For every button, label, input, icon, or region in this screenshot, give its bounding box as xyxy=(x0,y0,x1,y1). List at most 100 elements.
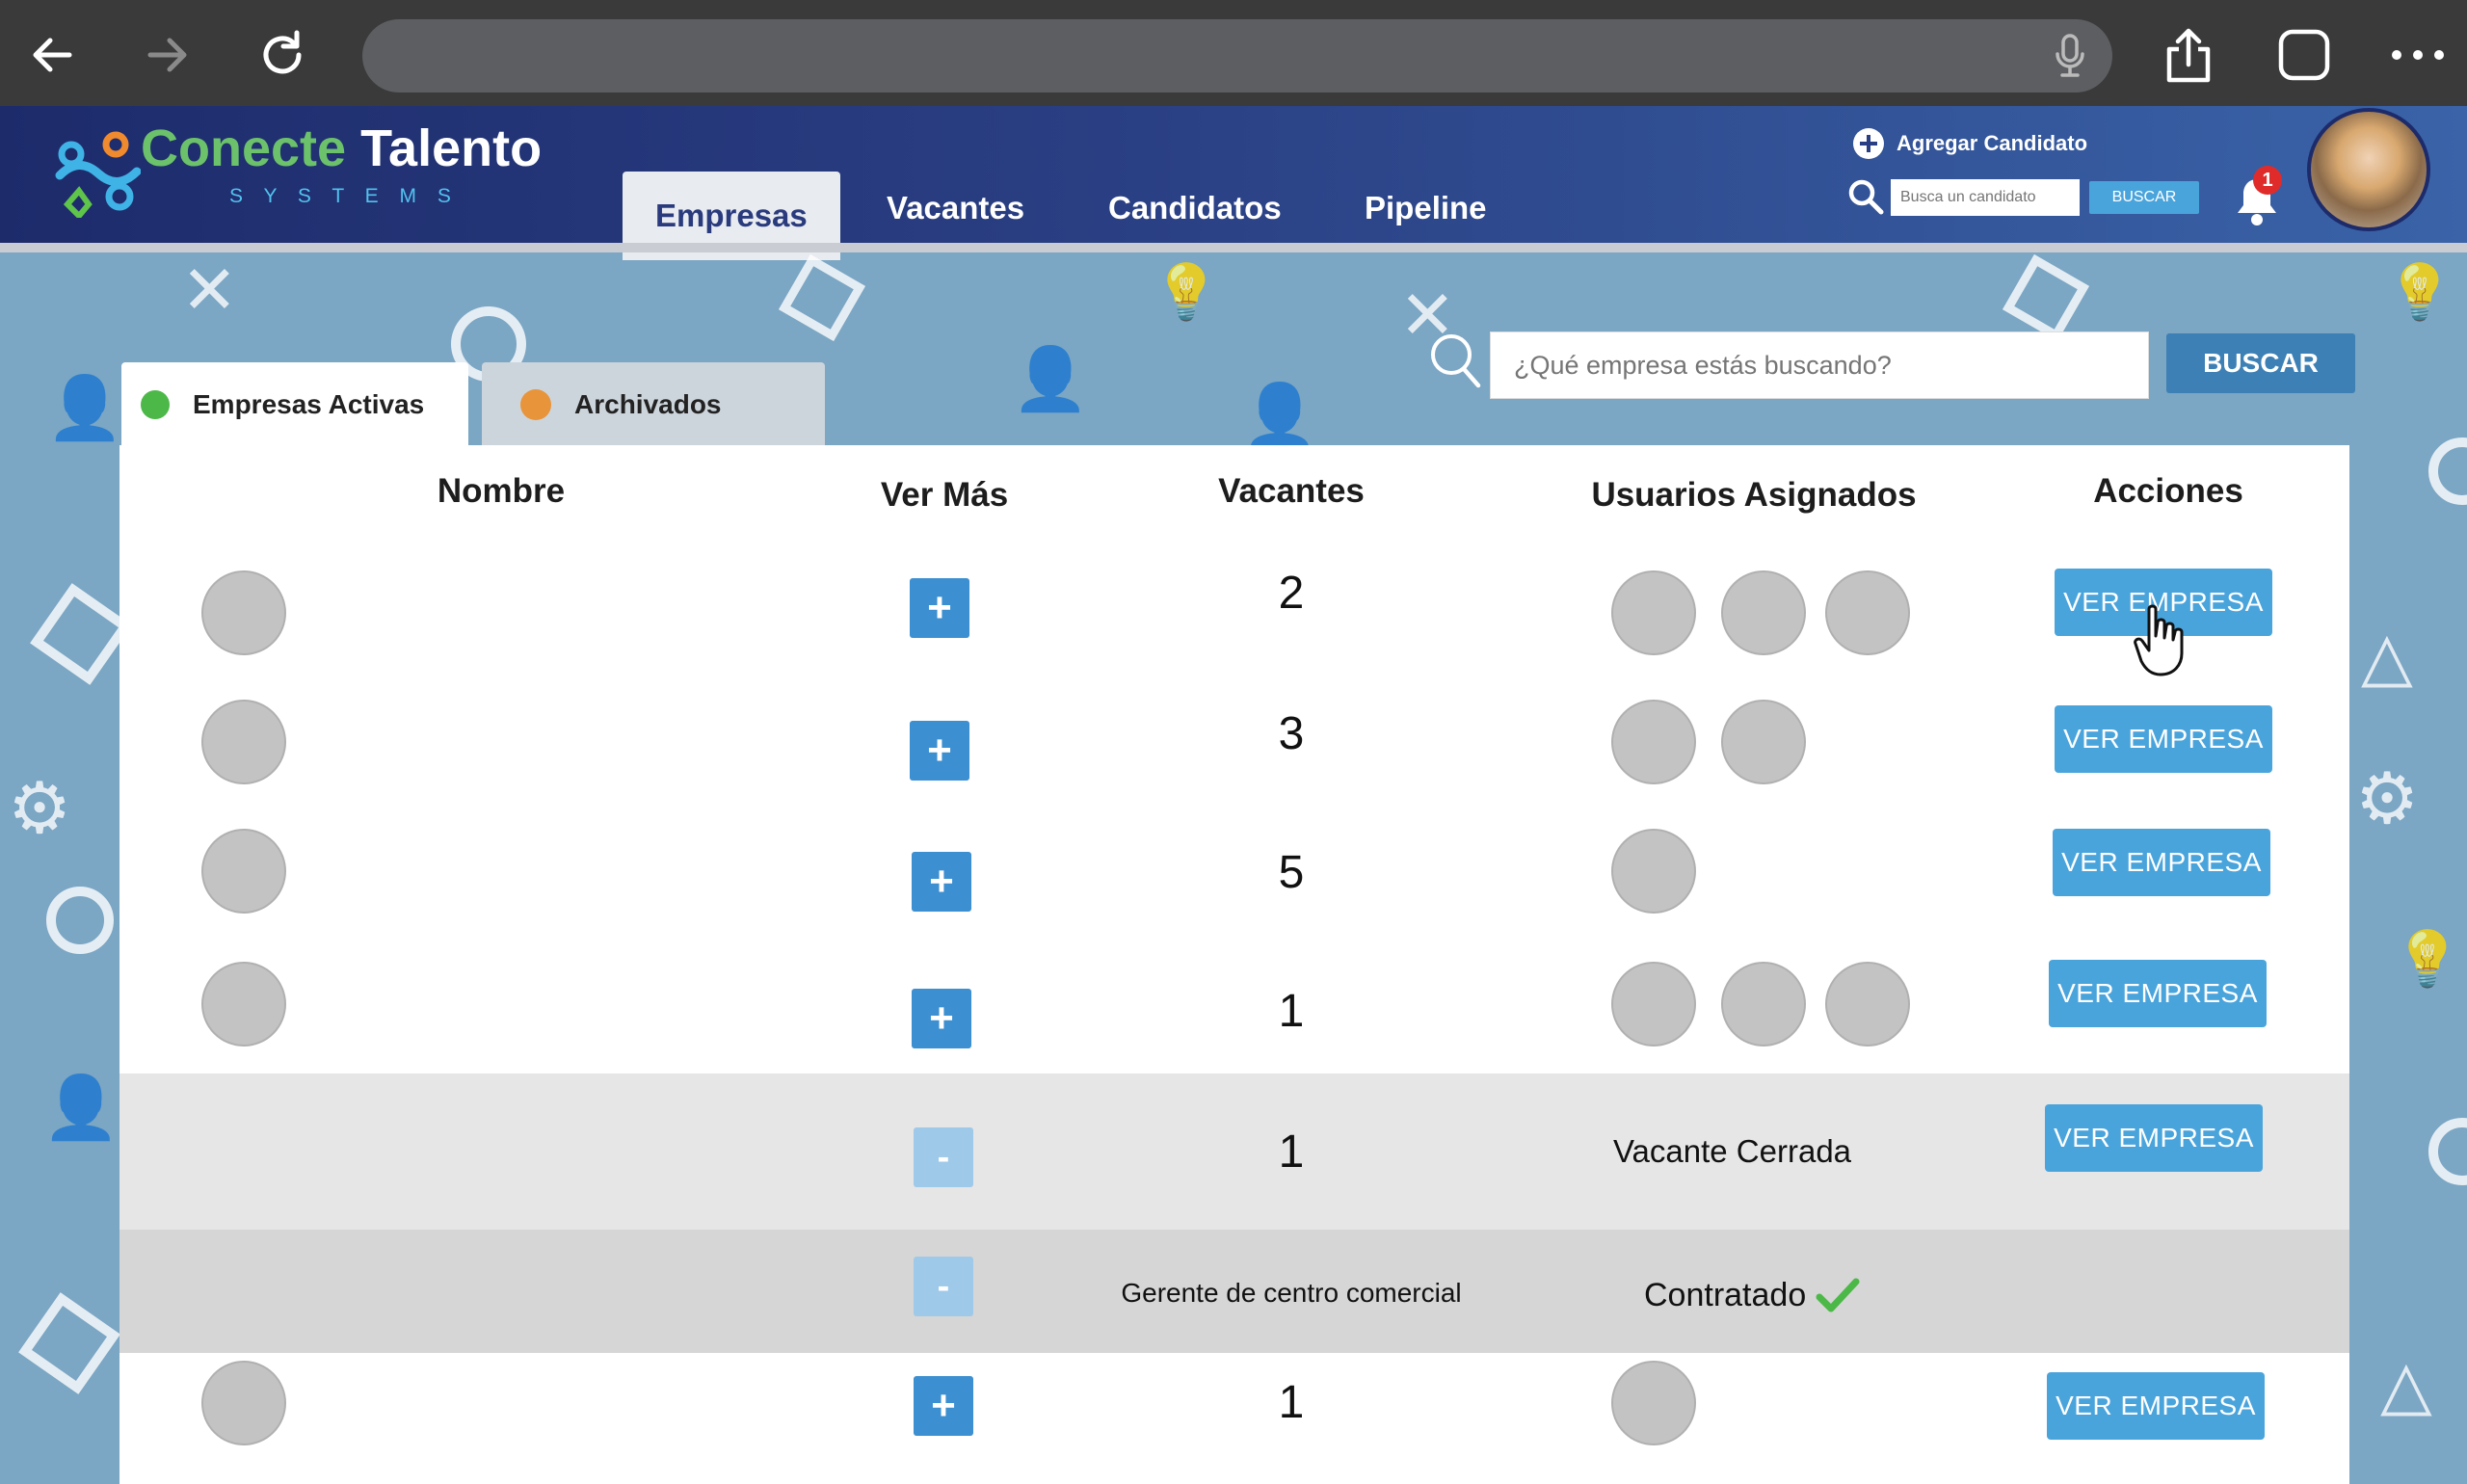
circle-decor-icon xyxy=(2428,437,2467,505)
candidate-search-input[interactable] xyxy=(1891,179,2080,216)
user-avatar-small xyxy=(1721,570,1806,655)
vacantes-count: 5 xyxy=(1278,847,1305,898)
tab-empresas-label: Empresas xyxy=(655,198,808,233)
user-avatar-small xyxy=(1611,962,1696,1047)
column-header-nombre: Nombre xyxy=(437,472,566,510)
expand-button[interactable]: + xyxy=(910,721,969,781)
hand-cursor-icon xyxy=(2132,601,2189,683)
url-bar[interactable] xyxy=(362,19,2112,93)
person-decor-icon: 👤 xyxy=(1241,381,1318,452)
user-avatar-small xyxy=(1611,829,1696,914)
share-icon[interactable] xyxy=(2155,21,2222,89)
user-avatar-small xyxy=(1721,700,1806,784)
tab-pipeline[interactable]: Pipeline xyxy=(1332,173,1520,243)
app-header: Conecte Talento S Y S T E M S Empresas V… xyxy=(0,106,2467,260)
forward-icon[interactable] xyxy=(133,21,200,89)
company-logo xyxy=(201,570,286,655)
company-logo xyxy=(201,962,286,1047)
tabs-icon[interactable] xyxy=(2270,21,2338,89)
expand-button[interactable]: + xyxy=(910,578,969,638)
lightbulb-decor-icon: 💡 xyxy=(1153,261,1220,324)
expand-button[interactable]: + xyxy=(914,1376,973,1436)
brand-tagline: S Y S T E M S xyxy=(229,185,459,207)
tab-pipeline-label: Pipeline xyxy=(1365,190,1487,225)
triangle-decor-icon: △ xyxy=(2361,617,2413,696)
user-avatar-small xyxy=(1721,962,1806,1047)
tab-empresas-activas[interactable]: Empresas Activas xyxy=(121,362,468,447)
search-icon xyxy=(1846,177,1885,221)
add-candidate-label: Agregar Candidato xyxy=(1897,131,2088,155)
header-divider xyxy=(0,243,2467,252)
lightbulb-decor-icon: 💡 xyxy=(2386,261,2454,324)
tab-archivados[interactable]: Archivados xyxy=(482,362,825,447)
tab-archivados-label: Archivados xyxy=(574,389,722,419)
back-icon[interactable] xyxy=(19,21,87,89)
person-decor-icon: 👤 xyxy=(1012,344,1089,415)
vacantes-count: 1 xyxy=(1278,1126,1305,1178)
user-avatar[interactable] xyxy=(2307,108,2430,231)
reload-icon[interactable] xyxy=(249,21,316,89)
triangle-decor-icon: △ xyxy=(2380,1345,2432,1424)
company-logo xyxy=(201,700,286,784)
user-avatar-small xyxy=(1611,570,1696,655)
user-avatar-small xyxy=(1825,962,1910,1047)
active-status-dot xyxy=(141,390,170,419)
brand-name: Conecte Talento xyxy=(141,118,542,179)
diamond-decor-icon xyxy=(778,253,866,342)
vacantes-count: 1 xyxy=(1278,986,1305,1037)
company-logo xyxy=(201,1361,286,1445)
column-header-usuarios: Usuarios Asignados xyxy=(1591,476,1917,514)
company-search-button[interactable]: BUSCAR xyxy=(2166,333,2355,393)
microphone-icon[interactable] xyxy=(2053,33,2087,84)
tab-candidatos[interactable]: Candidatos xyxy=(1075,173,1314,243)
column-header-ver-mas: Ver Más xyxy=(880,476,1009,514)
checkmark-icon xyxy=(1816,1278,1860,1312)
vacancy-status: Vacante Cerrada xyxy=(1613,1133,1852,1169)
column-header-vacantes: Vacantes xyxy=(1218,472,1365,510)
ver-empresa-button[interactable]: VER EMPRESA xyxy=(2053,829,2270,896)
expand-button[interactable]: + xyxy=(912,852,971,912)
circle-decor-icon xyxy=(2428,1118,2467,1185)
cross-decor-icon: ✕ xyxy=(181,251,238,330)
vacantes-count: 3 xyxy=(1278,708,1305,759)
user-avatar-small xyxy=(1611,700,1696,784)
ver-empresa-button[interactable]: VER EMPRESA xyxy=(2045,1104,2263,1172)
tab-vacantes-label: Vacantes xyxy=(887,190,1025,225)
vacantes-count: 2 xyxy=(1278,568,1305,619)
ver-empresa-button[interactable]: VER EMPRESA xyxy=(2049,960,2267,1027)
gear-decor-icon: ⚙ xyxy=(2355,757,2420,840)
user-avatar-small xyxy=(1611,1361,1696,1445)
tab-empresas-activas-label: Empresas Activas xyxy=(193,389,425,419)
person-decor-icon: 👤 xyxy=(42,1073,119,1144)
tab-candidatos-label: Candidatos xyxy=(1108,190,1282,225)
company-search-icon xyxy=(1428,331,1482,394)
lightbulb-decor-icon: 💡 xyxy=(2394,928,2461,991)
gear-decor-icon: ⚙ xyxy=(8,767,72,850)
collapse-button[interactable]: - xyxy=(914,1127,973,1187)
notification-badge: 1 xyxy=(2253,166,2282,195)
diamond-decor-icon xyxy=(30,583,132,685)
company-logo xyxy=(201,829,286,914)
brand-name-part1: Conecte xyxy=(141,119,347,177)
add-candidate-button[interactable]: Agregar Candidato xyxy=(1852,127,2087,160)
more-icon[interactable] xyxy=(2384,21,2452,89)
diamond-decor-icon xyxy=(2002,253,2090,342)
company-search-input[interactable] xyxy=(1490,331,2149,399)
candidate-search-button[interactable]: BUSCAR xyxy=(2089,181,2199,214)
position-title: Gerente de centro comercial xyxy=(1121,1278,1462,1308)
tab-vacantes[interactable]: Vacantes xyxy=(854,173,1057,243)
hired-status: Contratado xyxy=(1644,1276,1860,1314)
table-row-closed xyxy=(119,1073,2349,1230)
collapse-button[interactable]: - xyxy=(914,1257,973,1316)
vacantes-count: 1 xyxy=(1278,1377,1305,1428)
expand-button[interactable]: + xyxy=(912,989,971,1048)
brand-logo-icon xyxy=(50,127,142,223)
ver-empresa-button[interactable]: VER EMPRESA xyxy=(2047,1372,2265,1440)
ver-empresa-button[interactable]: VER EMPRESA xyxy=(2055,705,2272,773)
circle-decor-icon xyxy=(46,887,114,954)
plus-circle-icon xyxy=(1853,128,1884,159)
column-header-acciones: Acciones xyxy=(2093,472,2243,510)
diamond-decor-icon xyxy=(18,1292,120,1394)
archived-status-dot xyxy=(520,389,551,420)
brand-name-part2: Talento xyxy=(360,119,543,177)
